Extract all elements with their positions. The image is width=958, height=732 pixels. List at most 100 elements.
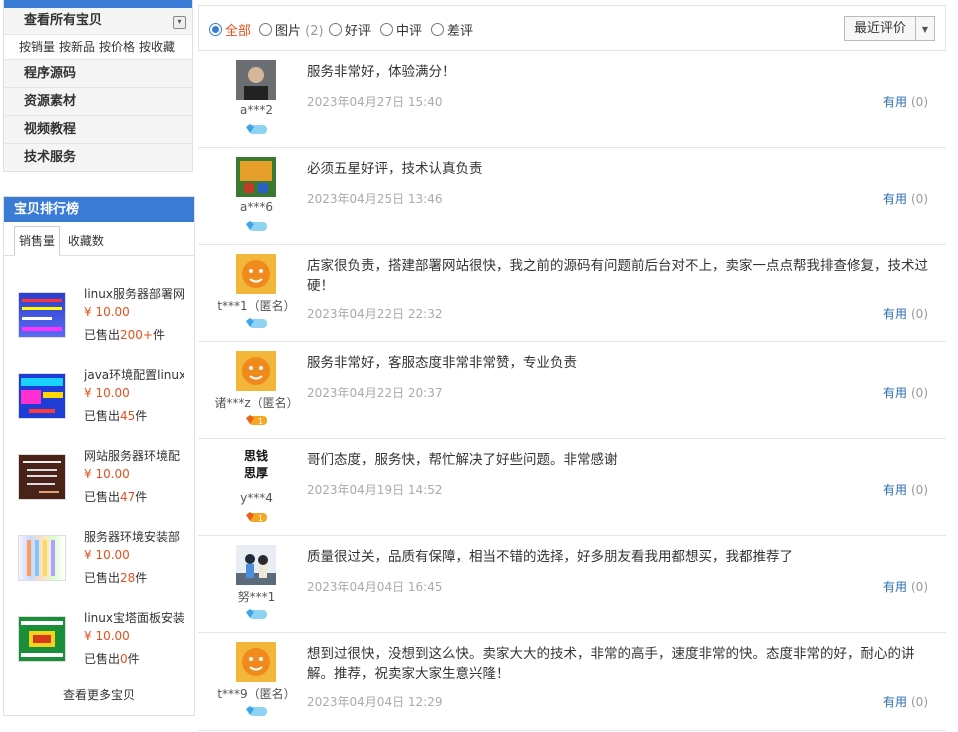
review-content: 想到过很快，没想到这么快。卖家大大的技术，非常的高手，速度非常的快。态度非常的好…: [307, 646, 915, 682]
avatar-text: 思厚: [243, 466, 268, 480]
category-box-header-bar: [4, 0, 192, 8]
category-label: 技术服务: [24, 150, 77, 165]
filter-label: 差评: [447, 24, 474, 39]
radio-icon[interactable]: [259, 23, 272, 36]
left-sidebar: 查看所有宝贝 ▾ 按销量 按新品 按价格 按收藏 程序源码 资源素材 视频教程 技术服…: [3, 0, 193, 172]
review-date: 2023年04月04日 16:45: [307, 580, 443, 594]
category-source-code[interactable]: 程序源码: [4, 59, 192, 87]
filter-negative[interactable]: 差评: [431, 20, 473, 39]
useful-label: 有用: [882, 386, 907, 400]
username: 努***1: [237, 590, 276, 604]
product-price: ¥ 10.00: [84, 305, 130, 319]
view-all-items-label: 查看所有宝贝: [24, 13, 103, 28]
review-item: 努***1 质量很过关，品质有保障，相当不错的选择，好多朋友看我用都想买，我都推…: [198, 536, 946, 633]
filter-images[interactable]: 图片 (2): [259, 20, 324, 39]
review-date: 2023年04月27日 15:40: [307, 95, 443, 109]
sold-count: 200+: [120, 328, 153, 342]
product-thumbnail[interactable]: [18, 292, 66, 338]
product-name[interactable]: linux服务器部署网: [84, 285, 184, 302]
useful-button[interactable]: 有用 (0): [883, 190, 928, 207]
useful-button[interactable]: 有用 (0): [883, 384, 928, 401]
useful-button[interactable]: 有用 (0): [883, 578, 928, 595]
rank-item[interactable]: linux宝塔面板安装 ¥ 10.00 已售出0件: [18, 608, 188, 668]
user-avatar: [236, 545, 276, 585]
sort-by-new-link[interactable]: 按新品: [59, 40, 95, 54]
sort-dropdown[interactable]: 最近评价 ▼: [843, 16, 935, 41]
product-thumbnail[interactable]: [18, 616, 66, 662]
review-item: 思钱 思厚 y***4 1 哥们态度，服务快，帮忙解决了好些问题。非常感谢 20…: [198, 439, 946, 536]
review-item: 诸***z（匿名） 1 服务非常好，客服态度非常非常赞，专业负责 2023年04…: [198, 342, 946, 439]
ranking-title: 宝贝排行榜: [4, 197, 194, 222]
sold-suffix: 件: [152, 328, 165, 342]
category-video-tutorials[interactable]: 视频教程: [4, 115, 192, 143]
view-more-items-link[interactable]: 查看更多宝贝: [4, 686, 194, 703]
category-box: 查看所有宝贝 ▾ 按销量 按新品 按价格 按收藏 程序源码 资源素材 视频教程 技术服…: [3, 0, 193, 172]
product-thumbnail[interactable]: [18, 535, 66, 581]
sold-suffix: 件: [135, 571, 148, 585]
useful-button[interactable]: 有用 (0): [883, 305, 928, 322]
avatar-text: 思钱: [243, 449, 268, 463]
reviews-panel: 全部 图片 (2) 好评 中评 差评 最近评价 ▼ a***2 服务非常好，体验满…: [198, 5, 946, 731]
user-avatar: [236, 254, 276, 294]
username: a***2: [240, 103, 273, 117]
sold-suffix: 件: [127, 652, 140, 666]
review-content: 必须五星好评，技术认真负责: [307, 161, 483, 177]
sold-count: 28: [120, 571, 136, 585]
sort-by-price-link[interactable]: 按价格: [99, 40, 135, 54]
review-item: a***6 必须五星好评，技术认真负责 2023年04月25日 13:46 有用…: [198, 148, 946, 245]
useful-button[interactable]: 有用 (0): [883, 93, 928, 110]
radio-icon[interactable]: [209, 23, 222, 36]
tab-favorites[interactable]: 收藏数: [64, 227, 108, 255]
useful-count: (0): [911, 192, 928, 206]
member-level-icon: [245, 123, 268, 135]
category-tech-service[interactable]: 技术服务: [4, 143, 192, 171]
category-label: 资源素材: [24, 94, 77, 109]
sort-by-favorites-link[interactable]: 按收藏: [139, 40, 175, 54]
review-date: 2023年04月25日 13:46: [307, 192, 443, 206]
review-date: 2023年04月04日 12:29: [307, 695, 443, 709]
username: 诸***z（匿名）: [214, 396, 299, 410]
rank-item[interactable]: linux服务器部署网 ¥ 10.00 已售出200+件: [18, 284, 188, 344]
sort-label: 最近评价: [845, 17, 916, 40]
chevron-down-icon[interactable]: ▼: [916, 18, 934, 41]
product-name[interactable]: java环境配置linux: [84, 366, 184, 383]
username: t***9（匿名）: [217, 687, 296, 701]
ranking-box: 宝贝排行榜 销售量 收藏数 linux服务器部署网 ¥ 10.00 已售出200…: [3, 196, 195, 716]
review-item: t***9（匿名） 想到过很快，没想到这么快。卖家大大的技术，非常的高手，速度非…: [198, 633, 946, 731]
user-avatar: [236, 157, 276, 197]
rank-item[interactable]: java环境配置linux ¥ 10.00 已售出45件: [18, 365, 188, 425]
product-name[interactable]: 网站服务器环境配: [84, 447, 184, 464]
sold-prefix: 已售出: [84, 571, 121, 585]
collapse-icon[interactable]: ▾: [173, 16, 186, 29]
user-avatar: [236, 351, 276, 391]
radio-icon[interactable]: [329, 23, 342, 36]
rank-item[interactable]: 网站服务器环境配 ¥ 10.00 已售出47件: [18, 446, 188, 506]
member-level-icon: 1: [245, 414, 268, 426]
filter-positive[interactable]: 好评: [329, 20, 371, 39]
product-thumbnail[interactable]: [18, 373, 66, 419]
filter-all[interactable]: 全部: [209, 20, 251, 39]
sort-by-sales-link[interactable]: 按销量: [19, 40, 55, 54]
product-thumbnail[interactable]: [18, 454, 66, 500]
product-name[interactable]: linux宝塔面板安装: [84, 609, 184, 626]
member-level-icon: [245, 608, 268, 620]
radio-icon[interactable]: [431, 23, 444, 36]
useful-button[interactable]: 有用 (0): [883, 693, 928, 710]
product-name[interactable]: 服务器环境安装部: [84, 528, 184, 545]
radio-icon[interactable]: [380, 23, 393, 36]
view-all-items-link[interactable]: 查看所有宝贝 ▾: [4, 8, 192, 34]
member-level-icon: [245, 317, 268, 329]
review-content: 店家很负责，搭建部署网站很快，我之前的源码有问题前后台对不上，卖家一点点帮我排查…: [307, 258, 928, 294]
tab-sales[interactable]: 销售量: [14, 226, 61, 256]
category-resources[interactable]: 资源素材: [4, 87, 192, 115]
product-price: ¥ 10.00: [84, 467, 130, 481]
sold-prefix: 已售出: [84, 490, 121, 504]
rank-item[interactable]: 服务器环境安装部 ¥ 10.00 已售出28件: [18, 527, 188, 587]
member-level-icon: [245, 220, 268, 232]
useful-button[interactable]: 有用 (0): [883, 481, 928, 498]
useful-label: 有用: [882, 95, 907, 109]
filter-neutral[interactable]: 中评: [380, 20, 422, 39]
review-content: 哥们态度，服务快，帮忙解决了好些问题。非常感谢: [307, 452, 618, 468]
useful-count: (0): [911, 95, 928, 109]
badge-level: 1: [258, 514, 263, 523]
